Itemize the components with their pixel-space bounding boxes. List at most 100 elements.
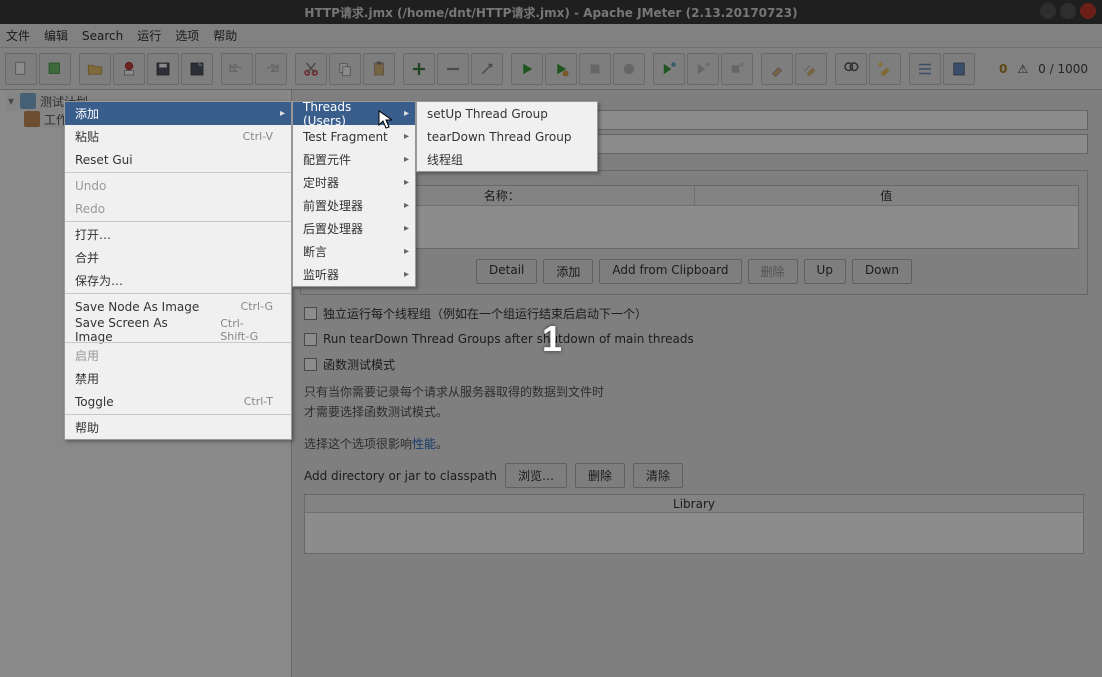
ctx-main-item: 启用 [65,344,291,367]
ctx-add-item[interactable]: 前置处理器▸ [293,194,415,217]
browse-button[interactable]: 浏览… [505,463,567,488]
remote-stop-icon[interactable] [721,53,753,85]
window-title-bar: HTTP请求.jmx (/home/dnt/HTTP请求.jmx) - Apac… [0,0,1102,24]
clear-icon[interactable] [761,53,793,85]
ctx-threads-item[interactable]: setUp Thread Group [417,102,597,125]
ctx-main-item: Redo [65,197,291,220]
remote-start-icon[interactable] [653,53,685,85]
ctx-threads-item-label: tearDown Thread Group [427,130,572,144]
start-icon[interactable] [511,53,543,85]
ctx-add-item[interactable]: 监听器▸ [293,263,415,286]
shutdown-icon[interactable] [613,53,645,85]
vars-table[interactable]: 名称： 值 [309,185,1079,249]
context-menu-main[interactable]: 添加▸粘贴Ctrl-VReset GuiUndoRedo打开…合并保存为…Sav… [64,101,292,440]
detail-button[interactable]: Detail [476,259,537,284]
context-menu-threads[interactable]: setUp Thread Group tearDown Thread Group 线… [416,101,598,172]
classpath-clear-button[interactable]: 清除 [633,463,683,488]
ctx-add-item-label: 后置处理器 [303,220,363,237]
reset-search-icon[interactable] [869,53,901,85]
ctx-main-item-label: 打开… [75,226,111,243]
vars-table-body[interactable] [310,206,1078,248]
ctx-main-item[interactable]: 禁用 [65,367,291,390]
paste-icon[interactable] [363,53,395,85]
save-icon[interactable] [147,53,179,85]
ctx-threads-item[interactable]: tearDown Thread Group [417,125,597,148]
expand-icon[interactable] [403,53,435,85]
menu-search[interactable]: Search [82,29,123,43]
ctx-add-item[interactable]: 后置处理器 ▸ [293,217,415,240]
help-icon[interactable] [943,53,975,85]
ctx-main-item-accel: Ctrl-G [211,300,273,313]
ctx-main-item-label: 启用 [75,347,99,364]
new-icon[interactable] [5,53,37,85]
ctx-main-item-label: 帮助 [75,419,99,436]
ctx-main-item[interactable]: 保存为… [65,269,291,292]
minimize-icon[interactable] [1040,3,1056,19]
chk-independent[interactable] [304,307,317,320]
ctx-add-item[interactable]: 配置元件▸ [293,148,415,171]
ctx-add-item-label: 断言 [303,243,327,260]
ctx-add-item-label: 前置处理器 [303,197,363,214]
start-no-timers-icon[interactable] [545,53,577,85]
down-button[interactable]: Down [852,259,912,284]
redo-icon[interactable] [255,53,287,85]
cut-icon[interactable] [295,53,327,85]
function-helper-icon[interactable] [909,53,941,85]
menu-edit[interactable]: 编辑 [44,27,68,44]
add-from-clipboard-button[interactable]: Add from Clipboard [599,259,741,284]
ctx-main-item-accel: Ctrl-V [213,130,273,143]
library-table[interactable]: Library [304,494,1084,554]
up-button[interactable]: Up [804,259,846,284]
templates-icon[interactable] [39,53,71,85]
chevron-right-icon: ▸ [404,223,409,234]
ctx-main-item[interactable]: 合并 [65,246,291,269]
ctx-add-item-label: Threads (Users) [303,100,397,128]
ctx-main-item-label: Save Screen As Image [75,316,190,344]
open-icon[interactable] [79,53,111,85]
classpath-delete-button[interactable]: 删除 [575,463,625,488]
ctx-add-item[interactable]: 定时器▸ [293,171,415,194]
ctx-threads-item[interactable]: 线程组 [417,148,597,171]
ctx-main-separator [65,414,291,415]
copy-icon[interactable] [329,53,361,85]
ctx-main-item[interactable]: Save Screen As ImageCtrl-Shift-G [65,318,291,341]
search-icon[interactable] [835,53,867,85]
ctx-main-item[interactable]: 打开… [65,223,291,246]
ctx-add-item[interactable]: Threads (Users)▸ [293,102,415,125]
ctx-main-item[interactable]: 添加▸ [65,102,291,125]
ctx-add-item[interactable]: 断言▸ [293,240,415,263]
clear-all-icon[interactable] [795,53,827,85]
maximize-icon[interactable] [1060,3,1076,19]
ctx-main-item[interactable]: Reset Gui [65,148,291,171]
ctx-main-item[interactable]: 粘贴Ctrl-V [65,125,291,148]
menu-file[interactable]: 文件 [6,27,30,44]
note-line-3-pre: 选择这个选项很影响 [304,437,412,451]
menu-options[interactable]: 选项 [175,27,199,44]
menu-help[interactable]: 帮助 [213,27,237,44]
menu-run[interactable]: 运行 [137,27,161,44]
close-file-icon[interactable] [113,53,145,85]
remote-start-no-timers-icon[interactable] [687,53,719,85]
ctx-add-item[interactable]: Test Fragment▸ [293,125,415,148]
beaker-icon [20,93,36,109]
ctx-main-item-accel: Ctrl-T [214,395,273,408]
library-body[interactable] [305,513,1083,553]
delete-button[interactable]: 删除 [748,259,798,284]
chk-functest[interactable] [304,358,317,371]
chevron-right-icon: ▸ [404,269,409,280]
ctx-main-item-label: Toggle [75,395,114,409]
ctx-main-item[interactable]: 帮助 [65,416,291,439]
add-button[interactable]: 添加 [543,259,593,284]
stop-icon[interactable] [579,53,611,85]
chk-functest-label: 函数测试模式 [323,356,395,373]
close-icon[interactable] [1080,3,1096,19]
collapse-icon[interactable] [437,53,469,85]
toggle-icon[interactable] [471,53,503,85]
ctx-main-item[interactable]: Toggle Ctrl-T [65,390,291,413]
chevron-right-icon: ▸ [404,131,409,142]
save-as-icon[interactable] [181,53,213,85]
note-link[interactable]: 性能 [412,437,436,451]
chk-teardown[interactable] [304,333,317,346]
context-menu-add[interactable]: Threads (Users)▸Test Fragment▸配置元件▸定时器▸前… [292,101,416,287]
undo-icon[interactable] [221,53,253,85]
